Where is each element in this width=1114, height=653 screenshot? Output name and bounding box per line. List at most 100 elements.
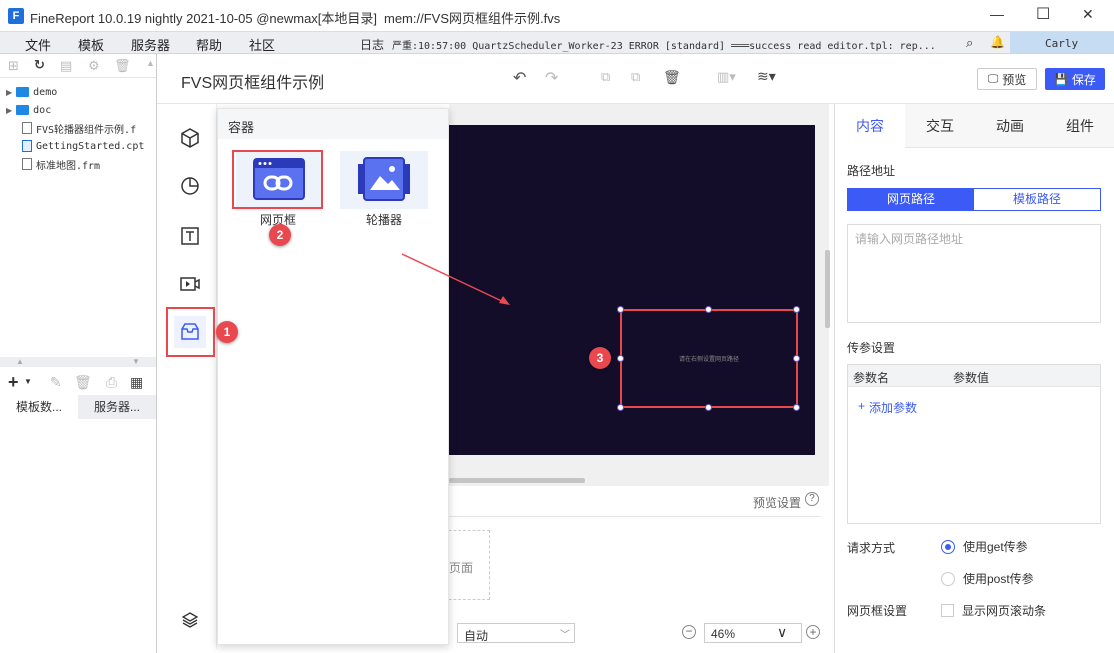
- search-icon[interactable]: ⌕: [966, 35, 973, 51]
- tree-item-demo[interactable]: ▶ demo: [6, 84, 57, 100]
- auto-select[interactable]: 自动 ﹀: [457, 623, 575, 643]
- pie-chart-icon[interactable]: [174, 170, 206, 202]
- trash-icon[interactable]: 🗑: [663, 69, 681, 86]
- up-arrow-icon[interactable]: ▲: [16, 357, 24, 366]
- paste-icon[interactable]: ⧉: [631, 69, 640, 85]
- user-name: Carly: [1045, 37, 1079, 50]
- template-tree-panel: ⊞ ↻ ▤ ⚙ 🗑 ▲ ▶ demo ▶ doc FVS轮播器组件示例.f Gett…: [0, 54, 157, 653]
- collapse-icon[interactable]: ▲: [146, 58, 155, 68]
- log-prefix[interactable]: 日志: [360, 36, 384, 53]
- preview-data-icon[interactable]: ⎙: [106, 374, 117, 391]
- auto-value: 自动: [464, 629, 489, 643]
- zoom-in-icon[interactable]: +: [806, 625, 820, 639]
- resize-handle[interactable]: [705, 404, 712, 411]
- webpage-frame-widget[interactable]: 请在右侧设置网页路径: [620, 309, 798, 408]
- preview-settings-label[interactable]: 预览设置: [753, 494, 801, 511]
- tab-interaction[interactable]: 交互: [905, 104, 975, 148]
- title-bar: F FineReport 10.0.19 nightly 2021-10-05 …: [0, 0, 1114, 32]
- resize-handle[interactable]: [617, 404, 624, 411]
- carousel-label: 轮播器: [366, 213, 403, 227]
- copy-icon[interactable]: ⧉: [601, 69, 610, 85]
- expand-arrow-icon[interactable]: ▶: [6, 106, 12, 115]
- align-icon[interactable]: ▥▾: [717, 69, 736, 85]
- user-area[interactable]: Carly: [1010, 32, 1114, 53]
- tree-item-cpt[interactable]: GettingStarted.cpt: [22, 138, 144, 154]
- log-text[interactable]: 严重:10:57:00 QuartzScheduler_Worker-23 ER…: [392, 37, 958, 52]
- zoom-out-icon[interactable]: −: [682, 625, 696, 639]
- undo-icon[interactable]: ↶: [513, 68, 526, 88]
- file-path: mem://FVS网页框组件示例.fvs: [384, 11, 561, 26]
- vertical-scrollbar[interactable]: [825, 250, 830, 328]
- tab-content[interactable]: 内容: [835, 104, 905, 148]
- close-button[interactable]: ✕: [1082, 6, 1094, 23]
- file-icon: [22, 122, 32, 134]
- path-input[interactable]: 请输入网页路径地址: [847, 224, 1101, 323]
- bell-icon[interactable]: 🔔: [990, 35, 1005, 49]
- preview-label: 预览: [1002, 72, 1027, 87]
- tab-server-data[interactable]: 服务器...: [78, 395, 156, 419]
- webpage-path-button[interactable]: 网页路径: [848, 189, 974, 210]
- save-label: 保存: [1071, 72, 1096, 87]
- edit-icon[interactable]: ✎: [50, 374, 62, 391]
- radio-get-label: 使用get传参: [963, 540, 1028, 554]
- tab-component[interactable]: 组件: [1045, 104, 1114, 148]
- horizontal-scrollbar[interactable]: [449, 478, 585, 483]
- resize-handle[interactable]: [793, 306, 800, 313]
- cpt-file-icon: [22, 140, 32, 152]
- layer-icon[interactable]: ≋▾: [757, 68, 776, 85]
- text-icon[interactable]: [174, 220, 206, 252]
- expand-arrow-icon[interactable]: ▶: [6, 88, 12, 97]
- resize-handle[interactable]: [617, 306, 624, 313]
- radio-post-label: 使用post传参: [963, 572, 1034, 586]
- menu-template[interactable]: 模板: [78, 35, 104, 54]
- delete-icon[interactable]: 🗑: [114, 58, 131, 74]
- path-placeholder: 请输入网页路径地址: [855, 232, 964, 246]
- zoom-value: 46%: [711, 627, 736, 641]
- resize-handle[interactable]: [617, 355, 624, 362]
- tree-item-doc[interactable]: ▶ doc: [6, 102, 51, 118]
- resize-handle[interactable]: [793, 404, 800, 411]
- panel-splitter[interactable]: ▲ ▼: [0, 357, 156, 367]
- down-arrow-icon[interactable]: ▼: [132, 357, 140, 366]
- redo-icon[interactable]: ↷: [545, 68, 558, 88]
- view-icon[interactable]: ▤: [60, 58, 72, 74]
- tab-template-data[interactable]: 模板数...: [0, 395, 78, 419]
- add-icon[interactable]: +: [8, 372, 19, 393]
- dropdown-arrow-icon[interactable]: ▼: [24, 377, 32, 386]
- save-button[interactable]: 💾 保存: [1045, 68, 1105, 90]
- resize-handle[interactable]: [793, 355, 800, 362]
- cube-icon[interactable]: [174, 122, 206, 154]
- frame-settings-label: 网页框设置: [847, 604, 908, 618]
- menu-community[interactable]: 社区: [249, 35, 275, 54]
- menu-server[interactable]: 服务器: [131, 35, 170, 54]
- help-icon[interactable]: ?: [805, 492, 819, 506]
- request-label: 请求方式: [847, 541, 896, 555]
- menu-help[interactable]: 帮助: [196, 35, 222, 54]
- zoom-select[interactable]: 46% ∨: [704, 623, 802, 643]
- radio-get[interactable]: 使用get传参: [941, 538, 1028, 555]
- maximize-button[interactable]: ☐: [1036, 4, 1050, 24]
- window-title: FineReport 10.0.19 nightly 2021-10-05 @n…: [30, 11, 378, 26]
- menu-file[interactable]: 文件: [25, 35, 51, 54]
- tab-animation[interactable]: 动画: [975, 104, 1045, 148]
- layers-icon[interactable]: [174, 604, 206, 636]
- new-folder-icon[interactable]: ⊞: [8, 58, 19, 74]
- template-path-button[interactable]: 模板路径: [974, 189, 1100, 210]
- param-table: 参数名 参数值 + 添加参数: [847, 364, 1101, 524]
- annotation-box-container: [166, 307, 215, 357]
- scroll-checkbox[interactable]: 显示网页滚动条: [941, 602, 1046, 619]
- preview-button[interactable]: 🖵 预览: [977, 68, 1037, 90]
- dataset-icon[interactable]: ▦: [130, 374, 143, 391]
- radio-post[interactable]: 使用post传参: [941, 570, 1034, 587]
- delete-icon[interactable]: 🗑: [74, 374, 92, 391]
- chevron-down-icon: ﹀: [560, 630, 570, 641]
- refresh-icon[interactable]: ↻: [34, 57, 45, 73]
- add-param-button[interactable]: + 添加参数: [858, 399, 917, 416]
- tree-item-frm[interactable]: 标准地图.frm: [22, 156, 100, 172]
- settings-icon[interactable]: ⚙: [88, 58, 100, 74]
- resize-handle[interactable]: [705, 306, 712, 313]
- tree-item-fvs[interactable]: FVS轮播器组件示例.f: [22, 120, 136, 136]
- minimize-button[interactable]: —: [990, 6, 1004, 22]
- carousel-item[interactable]: 轮播器: [338, 151, 430, 229]
- media-icon[interactable]: [174, 268, 206, 300]
